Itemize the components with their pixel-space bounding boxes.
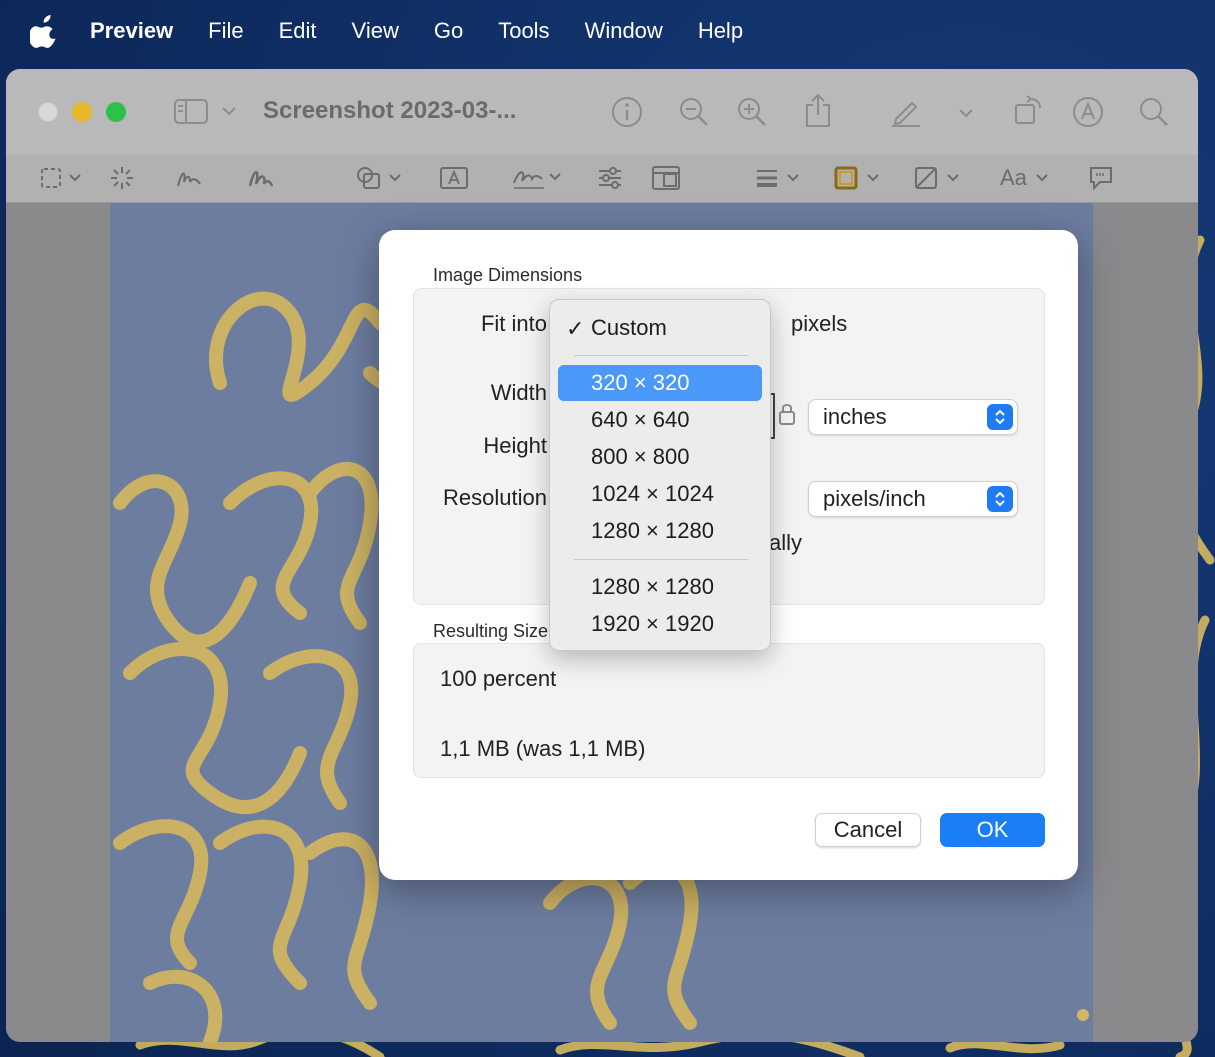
resulting-file-size: 1,1 MB (was 1,1 MB) [440,736,646,761]
info-icon[interactable] [611,96,643,128]
dropdown-item-label: 640 × 640 [591,407,690,432]
size-unit-popup[interactable]: inches [808,399,1018,435]
draw-tool[interactable] [248,165,274,191]
dropdown-item-label: Custom [591,315,667,340]
sign-tool[interactable] [512,165,564,191]
image-dimensions-label: Image Dimensions [433,265,583,285]
line-style-tool[interactable] [756,165,802,191]
resulting-percent: 100 percent [440,666,557,691]
rect-select-tool[interactable] [40,165,86,191]
title-bar: Screenshot 2023-03-... [6,69,1198,155]
markup-toolbar: Aa [6,155,1198,203]
size-unit-stepper [987,404,1013,430]
dropdown-item-1920[interactable]: 1920 × 1920 [558,606,762,642]
line-style-icon [757,170,799,187]
menu-file[interactable]: File [208,18,243,44]
sketch-icon [177,172,201,187]
up-down-chevron-icon [995,409,1005,425]
fit-into-unit-label: pixels [791,311,848,336]
apple-logo-icon[interactable] [30,14,60,48]
share-icon[interactable] [804,93,832,129]
dropdown-item-label: 1280 × 1280 [591,518,714,543]
resolution-unit-popup[interactable]: pixels/inch [808,481,1018,517]
speech-bubble-icon [1090,167,1112,190]
fill-color-icon [915,167,959,189]
ok-button[interactable]: OK [940,813,1045,847]
sign-icon [513,171,561,189]
dropdown-item-label: 1024 × 1024 [591,481,714,506]
close-window-button[interactable] [38,102,58,122]
dropdown-item-800[interactable]: 800 × 800 [558,439,762,475]
dropdown-item-1280-b[interactable]: 1280 × 1280 [558,569,762,605]
zoom-window-button[interactable] [106,102,126,122]
document-title: Screenshot 2023-03-... [263,97,517,124]
shapes-tool[interactable] [356,165,402,191]
up-down-chevron-icon [995,491,1005,507]
menu-app-name[interactable]: Preview [90,18,173,44]
text-box-tool[interactable] [440,165,468,191]
size-unit-value: inches [823,404,887,429]
zoom-in-icon[interactable] [736,96,768,128]
width-label: Width [490,380,547,405]
menu-bar: Preview File Edit View Go Tools Window H… [0,0,1215,62]
dropdown-item-1280[interactable]: 1280 × 1280 [558,513,762,549]
dropdown-item-label: 1920 × 1920 [591,611,714,636]
text-style-tool[interactable]: Aa [1000,165,1053,191]
menu-tools[interactable]: Tools [498,18,549,44]
adjust-color-tool[interactable] [598,165,622,191]
resolution-unit-value: pixels/inch [823,486,926,511]
adjust-color-icon [599,167,621,189]
menu-go[interactable]: Go [434,18,463,44]
speech-bubble-tool[interactable] [1088,165,1114,191]
dropdown-item-320[interactable]: 320 × 320 [558,365,762,401]
annotate-icon[interactable] [1072,96,1104,128]
shapes-icon [357,167,401,189]
search-icon[interactable] [1138,96,1170,128]
markup-icon[interactable] [890,95,922,127]
dropdown-item-label: 320 × 320 [591,370,690,395]
dropdown-item-label: 1280 × 1280 [591,574,714,599]
instant-alpha-icon [111,167,133,189]
sketch-tool[interactable] [176,165,202,191]
cancel-button[interactable]: Cancel [815,813,921,847]
draw-icon [248,171,274,187]
adjust-size-tool[interactable] [652,165,680,191]
scale-proportionally-label: ally [769,530,803,555]
rect-select-icon [41,168,81,188]
border-color-tool[interactable] [834,165,886,191]
resulting-size-group: 100 percent 1,1 MB (was 1,1 MB) [413,643,1045,778]
text-style-label: Aa [1000,165,1027,190]
menu-window[interactable]: Window [585,18,663,44]
dropdown-item-custom[interactable]: ✓ Custom [558,310,762,346]
fill-color-tool[interactable] [914,165,966,191]
dropdown-separator [574,559,748,560]
lock-icon[interactable] [778,402,796,426]
markup-chevron-icon[interactable] [958,107,974,119]
menu-edit[interactable]: Edit [279,18,317,44]
zoom-out-icon[interactable] [678,96,710,128]
chevron-down-icon[interactable] [221,105,237,117]
resolution-label: Resolution [443,485,547,510]
checkmark-icon: ✓ [566,316,585,341]
sidebar-icon[interactable] [174,99,210,125]
dropdown-separator [574,355,748,356]
rotate-icon[interactable] [1012,93,1046,127]
fit-into-label: Fit into [480,311,547,336]
resolution-unit-stepper [987,486,1013,512]
resulting-size-label: Resulting Size [433,621,549,641]
menu-view[interactable]: View [352,18,399,44]
border-color-icon [834,166,879,190]
fit-into-dropdown-menu: ✓ Custom 320 × 320 640 × 640 800 × 800 1… [549,299,771,651]
dropdown-item-label: 800 × 800 [591,444,690,469]
dropdown-item-640[interactable]: 640 × 640 [558,402,762,438]
adjust-size-icon [652,166,680,190]
dropdown-item-1024[interactable]: 1024 × 1024 [558,476,762,512]
height-label: Height [483,433,547,458]
text-style-chevron-icon [1036,174,1048,182]
minimize-window-button[interactable] [72,102,92,122]
menu-help[interactable]: Help [698,18,743,44]
text-box-icon [440,167,468,189]
instant-alpha-tool[interactable] [110,165,134,191]
